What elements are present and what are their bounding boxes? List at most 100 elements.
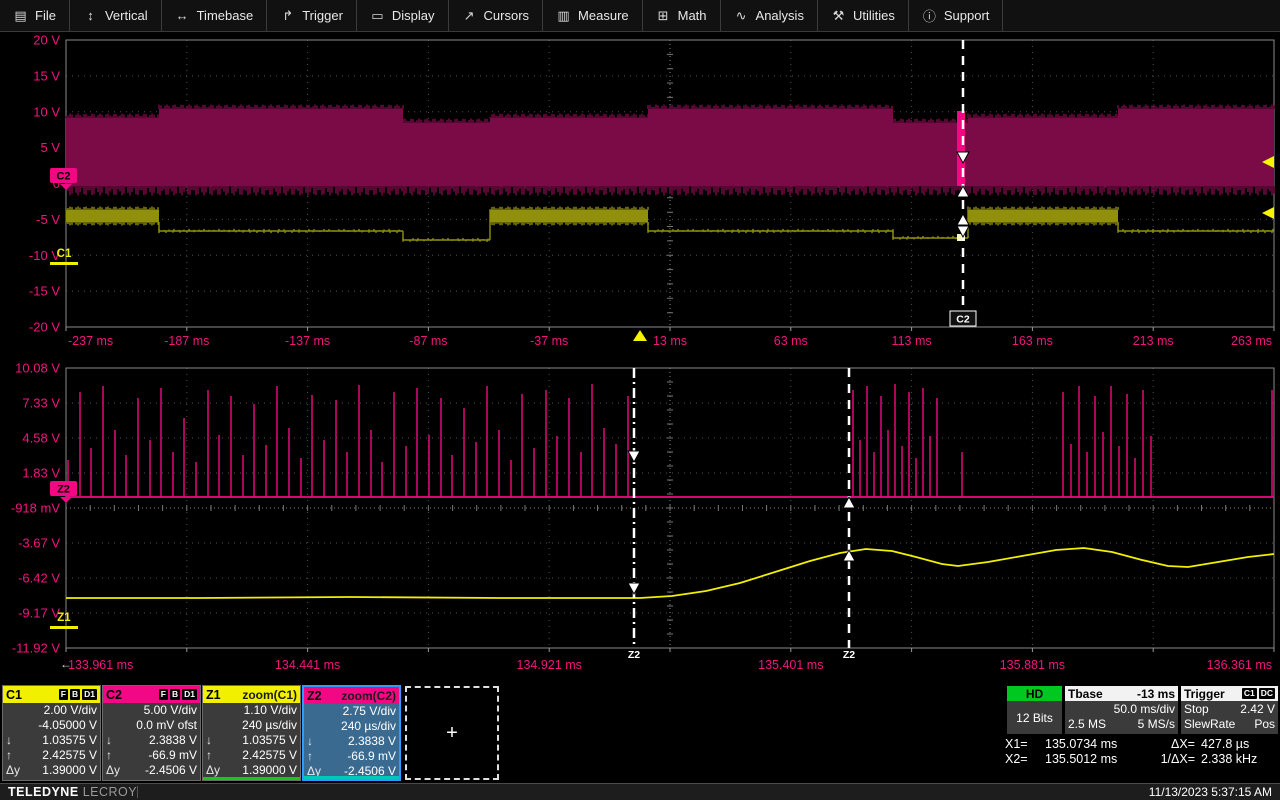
stat-glyph: Δy — [206, 763, 221, 777]
x1-value: 135.0734 ms — [1045, 737, 1118, 751]
tbase-samplerate: 5 MS/s — [1137, 717, 1175, 731]
menu-item-file[interactable]: ▤ File — [0, 0, 70, 31]
stat-glyph: ↑ — [307, 749, 313, 763]
main-grid-time-label: -37 ms — [530, 334, 568, 348]
menu-item-timebase[interactable]: ↔ Timebase — [162, 0, 268, 31]
zoom-grid-cursor-1[interactable]: Z2 — [627, 368, 641, 661]
zoom-grid-y-label: -918 mV — [11, 501, 60, 516]
descriptor-box-c2[interactable]: C2 F B D1 5.00 V/div 0.0 mV ofst ↓ 2.3838 V ↑ -66… — [102, 685, 201, 781]
support-icon: ⓘ — [922, 9, 936, 24]
stat-value: -2.4506 V — [144, 763, 197, 777]
status-bar: TELEDYNE LECROY 11/13/2023 5:37:15 AM — [0, 783, 1280, 800]
cursor-label: Z2 — [843, 649, 855, 661]
stat-glyph: ↓ — [6, 733, 12, 747]
trigger-position-marker[interactable] — [633, 330, 647, 341]
main-grid-time-label: 13 ms — [653, 334, 687, 348]
zoom-grid-time-label: 134.441 ms — [275, 658, 340, 672]
menu-item-trigger[interactable]: ↱ Trigger — [267, 0, 357, 31]
offscreen-left-arrow: ← — [60, 657, 72, 671]
trigger-level-marker[interactable] — [1262, 207, 1274, 219]
trigger-coupling-badge: DC — [1258, 688, 1275, 699]
menu-item-analysis[interactable]: ∿ Analysis — [721, 0, 818, 31]
menu-item-label: Cursors — [483, 8, 530, 23]
zoom-grid-time-label: 136.361 ms — [1207, 658, 1272, 672]
trigger-mode: Stop — [1184, 702, 1209, 716]
stat-value: 5.00 V/div — [143, 703, 197, 717]
main-grid-time-label: 63 ms — [774, 334, 808, 348]
trace-id-label: C1 — [6, 687, 22, 702]
descriptor-line: ↓ 2.3838 V — [307, 734, 396, 749]
trace-marker-label: Z1 — [57, 612, 71, 624]
measure-icon: ▥ — [557, 7, 570, 23]
stat-glyph: ↓ — [307, 734, 313, 748]
menu-item-label: Display — [391, 8, 435, 23]
hd-bits-label: 12 Bits — [1016, 710, 1053, 725]
descriptor-line: Δy 1.39000 V — [206, 763, 297, 778]
trace-active-underline — [203, 777, 300, 780]
stat-glyph: Δy — [6, 763, 21, 777]
menu-item-cursors[interactable]: ↗ Cursors — [449, 0, 544, 31]
menu-item-vertical[interactable]: ↕ Vertical — [70, 0, 162, 31]
descriptor-box-z2[interactable]: Z2 zoom(C2) 2.75 V/div 240 µs/div ↓ 2.3838 V ↑… — [302, 685, 401, 781]
c2-waveform — [65, 104, 1275, 196]
menu-item-math[interactable]: ⊞ Math — [643, 0, 721, 31]
trace-id-label: Z2 — [307, 688, 322, 703]
descriptor-row: + HD 12 Bits Tbase -13 ms 50.0 ms/div 2.… — [0, 684, 1280, 783]
trace-id-label: Z1 — [206, 687, 221, 702]
menu-item-utilities[interactable]: ⚒ Utilities — [818, 0, 909, 31]
file-icon: ▤ — [14, 7, 27, 23]
cursors-icon: ↗ — [463, 7, 475, 23]
menu-item-display[interactable]: ▭ Display — [357, 0, 449, 31]
zoom-grid-time-label: 133.961 ms — [68, 658, 133, 672]
descriptor-line: 2.00 V/div — [6, 703, 97, 718]
add-trace-box[interactable]: + — [405, 686, 499, 780]
zoom-grid-y-label: -9.17 V — [18, 606, 60, 621]
trigger-box[interactable]: Trigger C1 DC Stop 2.42 V SlewRate Pos — [1181, 686, 1278, 734]
stat-glyph: ↑ — [6, 748, 12, 762]
trace-marker-label: C1 — [57, 248, 72, 260]
trigger-level: 2.42 V — [1240, 702, 1275, 716]
timebase-box[interactable]: Tbase -13 ms 50.0 ms/div 2.5 MS 5 MS/s — [1065, 686, 1178, 734]
descriptor-box-z1[interactable]: Z1 zoom(C1) 1.10 V/div 240 µs/div ↓ 1.03575 V… — [202, 685, 301, 781]
menu-bar: ▤ File ↕ Vertical ↔ Timebase ↱ Trigger ▭ Display ↗… — [0, 0, 1280, 32]
cursor-label: C2 — [956, 314, 970, 326]
channel-badge-b: B — [69, 689, 81, 700]
menu-item-label: Math — [677, 8, 707, 23]
channel-badge-d1: D1 — [182, 689, 197, 700]
menu-item-label: Support — [943, 8, 990, 23]
menu-item-label: Timebase — [196, 8, 254, 23]
tbase-memory: 2.5 MS — [1068, 717, 1107, 731]
menu-item-label: File — [35, 8, 56, 23]
menu-item-measure[interactable]: ▥ Measure — [543, 0, 643, 31]
analysis-icon: ∿ — [735, 7, 747, 23]
zoom-grid-y-label: 1.83 V — [22, 466, 60, 481]
trigger-source-badge: C1 — [1241, 688, 1257, 699]
menu-item-support[interactable]: ⓘ Support — [909, 0, 1004, 31]
timebase-icon: ↔ — [175, 8, 189, 23]
menu-item-label: Analysis — [755, 8, 804, 23]
descriptor-line: ↑ -66.9 mV — [106, 748, 197, 763]
zoom-grid-y-label: -6.42 V — [18, 571, 60, 586]
stat-value: 2.42575 V — [242, 748, 297, 762]
descriptor-line: ↓ 2.3838 V — [106, 733, 197, 748]
descriptor-box-c1[interactable]: C1 F B D1 2.00 V/div -4.05000 V ↓ 1.03575 V ↑ 2.4… — [2, 685, 101, 781]
cursor-label: Z2 — [628, 649, 640, 661]
descriptor-line: Δy 1.39000 V — [6, 763, 97, 778]
stat-value: 240 µs/div — [341, 719, 396, 733]
invdx-label: 1/ΔX= — [1160, 752, 1195, 766]
cursor-arrow-marker — [842, 495, 856, 509]
acquisition-hd-box[interactable]: HD 12 Bits — [1007, 686, 1062, 734]
descriptor-line: ↓ 1.03575 V — [6, 733, 97, 748]
utilities-icon: ⚒ — [832, 7, 845, 23]
stat-value: -66.9 mV — [347, 749, 396, 763]
tbase-scale: 50.0 ms/div — [1113, 702, 1175, 716]
zoom-grid-time-label: 135.401 ms — [758, 658, 823, 672]
dx-value: 427.8 µs — [1201, 737, 1250, 751]
stat-value: 240 µs/div — [242, 718, 297, 732]
menu-item-label: Trigger — [302, 8, 343, 23]
descriptor-line: 0.0 mV ofst — [106, 718, 197, 733]
stat-value: 2.75 V/div — [342, 704, 396, 718]
invdx-value: 2.338 kHz — [1201, 752, 1258, 766]
descriptor-line: 5.00 V/div — [106, 703, 197, 718]
cursor-arrow-marker — [627, 582, 641, 596]
